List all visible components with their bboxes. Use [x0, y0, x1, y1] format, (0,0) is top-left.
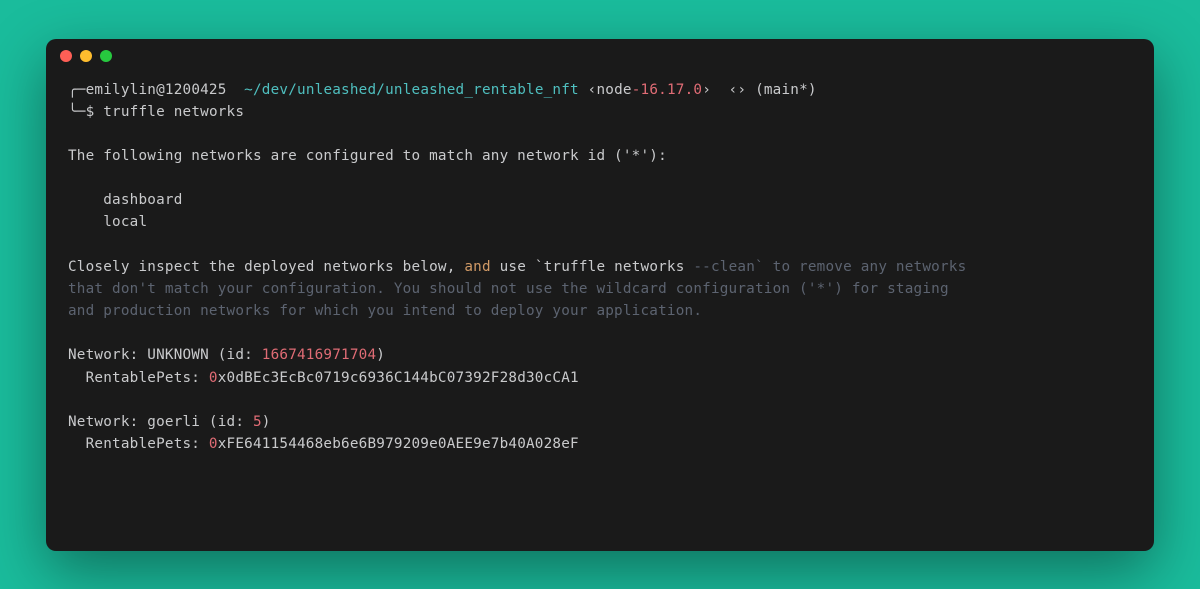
network1-label: Network: UNKNOWN (id: [68, 347, 262, 363]
terminal-content[interactable]: ╭─emilylin@1200425 ~/dev/unleashed/unlea… [46, 73, 1154, 474]
node-open: ‹node [588, 82, 632, 98]
network2-label: Network: goerli (id: [68, 414, 253, 430]
terminal-window: ╭─emilylin@1200425 ~/dev/unleashed/unlea… [46, 39, 1154, 551]
prompt-symbol: $ [86, 104, 95, 120]
node-version: 16.17.0 [641, 82, 703, 98]
network2-close: ) [262, 414, 271, 430]
inspect-tail3: and production networks for which you in… [68, 303, 702, 319]
output-network-local: local [68, 214, 147, 230]
network1-id: 1667416971704 [262, 347, 377, 363]
inspect-tail1: ` to remove any networks [755, 259, 966, 275]
prompt-corner-bottom: ╰─ [68, 104, 86, 120]
node-dash: - [632, 82, 641, 98]
window-titlebar [46, 39, 1154, 73]
prompt-path: ~/dev/unleashed/unleashed_rentable_nft [244, 82, 579, 98]
network1-addr: x0dBEc3EcBc0719c6936C144bC07392F28d30cCA… [218, 370, 579, 386]
network1-close: ) [376, 347, 385, 363]
minimize-icon[interactable] [80, 50, 92, 62]
prompt-corner-top: ╭─ [68, 82, 86, 98]
prompt-diamond: ‹› [729, 82, 747, 98]
network2-zero: 0 [209, 436, 218, 452]
inspect-flag: --clean [693, 259, 755, 275]
network2-addr: xFE641154468eb6e6B979209e0AEE9e7b40A028e… [218, 436, 579, 452]
network1-zero: 0 [209, 370, 218, 386]
network2-contract: RentablePets: [68, 436, 209, 452]
node-close: › [702, 82, 711, 98]
inspect-tail2: that don't match your configuration. You… [68, 281, 949, 297]
inspect-and: and [464, 259, 490, 275]
close-icon[interactable] [60, 50, 72, 62]
command-text: truffle networks [103, 104, 244, 120]
prompt-branch: (main*) [755, 82, 817, 98]
inspect-pre: Closely inspect the deployed networks be… [68, 259, 464, 275]
output-configured: The following networks are configured to… [68, 148, 667, 164]
maximize-icon[interactable] [100, 50, 112, 62]
output-network-dashboard: dashboard [68, 192, 183, 208]
network2-id: 5 [253, 414, 262, 430]
inspect-mid: use `truffle networks [491, 259, 694, 275]
prompt-user: emilylin@1200425 [86, 82, 227, 98]
network1-contract: RentablePets: [68, 370, 209, 386]
